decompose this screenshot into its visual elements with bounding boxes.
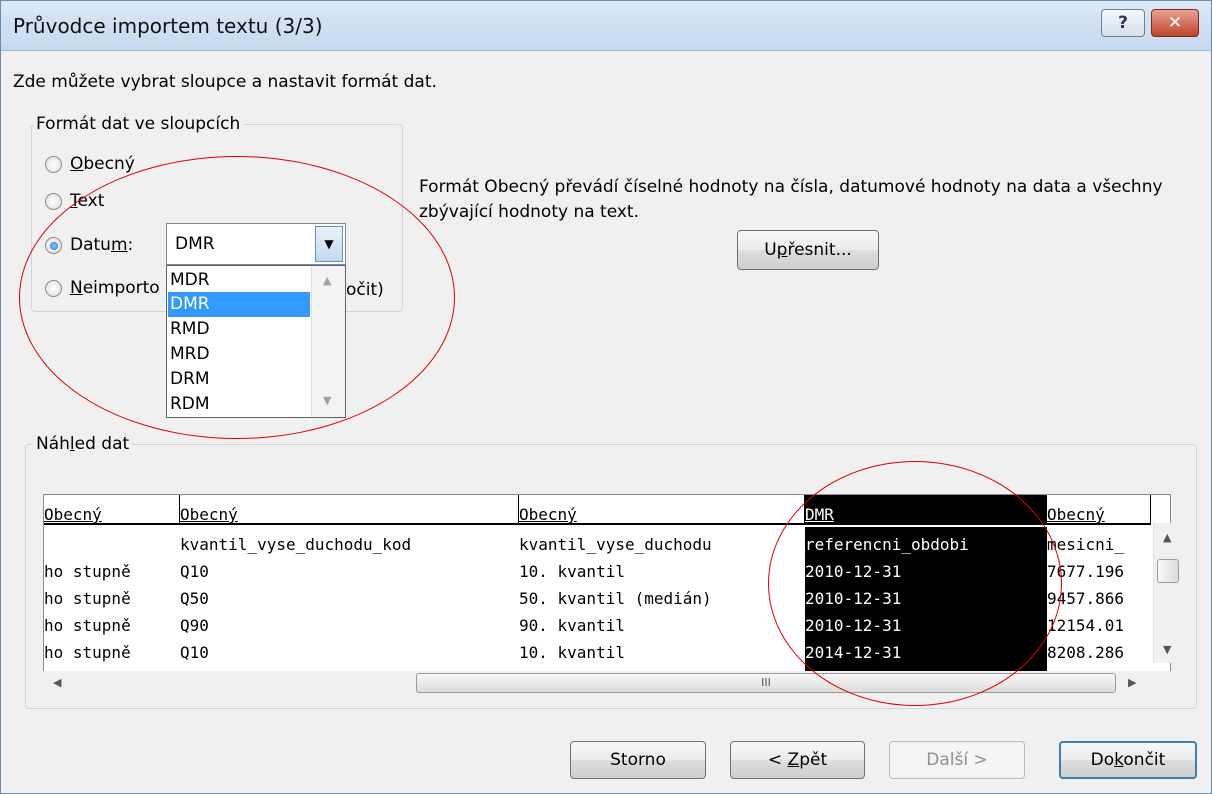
cell (44, 533, 180, 557)
back-button[interactable]: < Zpět (730, 741, 865, 779)
cell: 9457.866 (1047, 589, 1125, 608)
radio-skip-label-tail: očit) (346, 280, 384, 300)
radio-general[interactable]: Obecný (45, 154, 135, 174)
cell: Q10 (180, 643, 209, 662)
dropdown-option-mrd[interactable]: MRD (168, 342, 310, 367)
finish-button[interactable]: Dokončit (1059, 741, 1197, 779)
text-import-wizard-dialog: Průvodce importem textu (3/3) ? ✕ Zde mů… (0, 0, 1212, 794)
column-header-2[interactable]: Obecný (180, 495, 519, 525)
cell: 2010-12-31 (805, 560, 1047, 584)
scroll-right-icon[interactable]: ▶ (1128, 676, 1136, 689)
radio-text-indicator[interactable] (45, 192, 62, 210)
data-preview-grid[interactable]: Obecný Obecný Obecný DMR Obecný kvantil_… (43, 494, 1171, 672)
column-header-4-selected[interactable]: DMR (805, 495, 1047, 525)
date-format-dropdown: MDR DMR RMD MRD DRM RDM ▲ ▼ (166, 265, 346, 418)
date-format-combo[interactable]: DMR ▼ (166, 223, 346, 265)
radio-skip-column[interactable]: Neimporto (45, 278, 160, 298)
cell: Q90 (180, 616, 209, 635)
close-icon: ✕ (1167, 13, 1183, 33)
intro-text: Zde můžete vybrat sloupce a nastavit for… (13, 72, 437, 92)
dropdown-option-dmr[interactable]: DMR (168, 292, 310, 317)
dropdown-option-rdm[interactable]: RDM (168, 392, 310, 417)
finish-button-label: Dokončit (1090, 750, 1166, 770)
scroll-up-icon[interactable]: ▲ (323, 274, 331, 287)
cell: 12154.01 (1047, 616, 1125, 635)
scroll-left-icon[interactable]: ◀ (53, 676, 61, 689)
advanced-button[interactable]: Upřesnit... (737, 230, 879, 270)
cell: kvantil_vyse_duchodu (519, 535, 712, 554)
cell: Q10 (180, 562, 209, 581)
radio-general-label: Obecný (70, 154, 135, 174)
cell: 8208.286 (1047, 643, 1125, 662)
close-button[interactable]: ✕ (1151, 9, 1199, 37)
scroll-down-icon[interactable]: ▼ (323, 394, 331, 407)
next-button-label: Další > (926, 750, 988, 770)
cell: 10. kvantil (519, 643, 625, 662)
column-header-3[interactable]: Obecný (519, 495, 805, 525)
dropdown-option-rmd[interactable]: RMD (168, 317, 310, 342)
cell: mesicni_ (1047, 535, 1125, 554)
back-button-label: < Zpět (767, 750, 828, 770)
cancel-button-label: Storno (610, 750, 666, 770)
format-description: Formát Obecný převádí číselné hodnoty na… (419, 177, 1163, 222)
cell: 2014-12-31 (805, 641, 1047, 665)
cell: ho stupně (44, 562, 131, 581)
scroll-down-icon[interactable]: ▼ (1163, 643, 1171, 656)
vertical-scroll-thumb[interactable] (1157, 559, 1179, 583)
next-button[interactable]: Další > (889, 741, 1025, 779)
cell: 10. kvantil (519, 562, 625, 581)
help-button[interactable]: ? (1101, 9, 1145, 37)
dropdown-scrollbar[interactable]: ▲ ▼ (311, 266, 345, 417)
cell: referencni_obdobi (805, 533, 1047, 557)
cell: ho stupně (44, 643, 131, 662)
dropdown-option-mdr[interactable]: MDR (168, 268, 310, 293)
chevron-down-icon[interactable]: ▼ (315, 226, 343, 262)
title-bar: Průvodce importem textu (3/3) ? ✕ (1, 1, 1211, 51)
cell: 2010-12-31 (805, 587, 1047, 611)
data-preview-label: Náhled dat (33, 434, 133, 454)
preview-horizontal-scrollbar[interactable]: ◀ III ▶ (43, 671, 1171, 695)
radio-text[interactable]: Text (45, 191, 104, 211)
date-format-value: DMR (175, 234, 215, 254)
cell: kvantil_vyse_duchodu_kod (180, 535, 412, 554)
radio-skip-label: Neimporto (70, 278, 160, 298)
column-format-group-label: Formát dat ve sloupcích (33, 114, 244, 134)
preview-vertical-scrollbar[interactable]: ▲ ▼ (1153, 523, 1181, 663)
radio-general-indicator[interactable] (45, 155, 62, 173)
window-title: Průvodce importem textu (3/3) (13, 14, 323, 38)
cell: 2010-12-31 (805, 614, 1047, 638)
scroll-up-icon[interactable]: ▲ (1163, 531, 1171, 544)
radio-date[interactable]: Datum: (45, 235, 133, 255)
cell: ho stupně (44, 589, 131, 608)
cell: 50. kvantil (medián) (519, 589, 712, 608)
cancel-button[interactable]: Storno (570, 741, 706, 779)
column-header-1[interactable]: Obecný (44, 495, 180, 525)
advanced-button-label: Upřesnit... (764, 240, 852, 260)
cell: 7677.196 (1047, 562, 1125, 581)
radio-date-label: Datum: (70, 235, 134, 255)
column-header-5[interactable]: Obecný (1047, 495, 1151, 525)
cell: 90. kvantil (519, 616, 625, 635)
dropdown-option-drm[interactable]: DRM (168, 367, 310, 392)
radio-skip-indicator[interactable] (45, 279, 62, 297)
radio-date-indicator[interactable] (45, 236, 62, 254)
help-icon: ? (1118, 13, 1128, 33)
cell: Q50 (180, 589, 209, 608)
horizontal-scroll-thumb[interactable]: III (416, 673, 1116, 693)
cell: ho stupně (44, 616, 131, 635)
radio-text-label: Text (70, 191, 105, 211)
